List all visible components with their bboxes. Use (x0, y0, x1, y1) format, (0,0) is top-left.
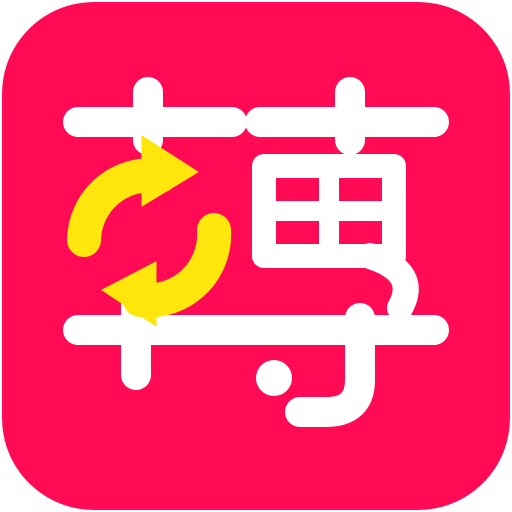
glyph-dot (256, 360, 292, 396)
app-icon[interactable] (0, 0, 512, 512)
app-icon-graphic (2, 2, 510, 510)
